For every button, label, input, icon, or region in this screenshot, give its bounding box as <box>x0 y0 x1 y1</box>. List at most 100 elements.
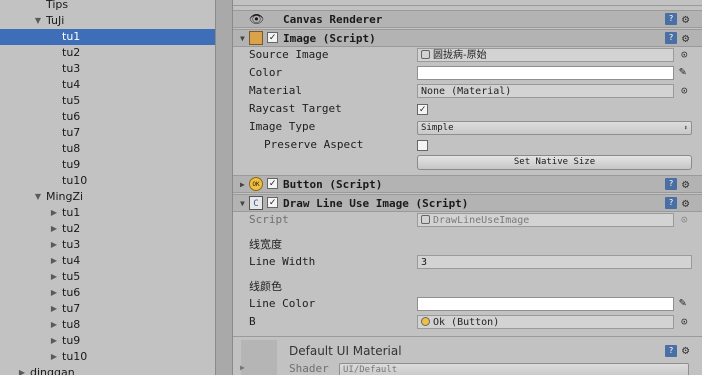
material-title: Default UI Material <box>289 344 402 358</box>
hierarchy-item-label: MingZi <box>46 190 84 203</box>
expand-triangle-icon[interactable]: ▶ <box>49 301 59 317</box>
expand-triangle-icon[interactable]: ▶ <box>49 205 59 221</box>
help-icon[interactable]: ? <box>665 345 677 357</box>
help-icon[interactable]: ? <box>665 178 677 190</box>
expand-triangle-icon[interactable]: ▶ <box>17 365 27 375</box>
gear-icon[interactable]: ⚙ <box>682 176 689 193</box>
collapse-triangle-icon[interactable]: ▼ <box>240 195 245 212</box>
gear-icon[interactable]: ⚙ <box>682 30 689 47</box>
hierarchy-item-label: tu10 <box>62 174 88 187</box>
eyedropper-icon[interactable]: ✎ <box>679 64 686 78</box>
expand-triangle-icon[interactable]: ▶ <box>49 349 59 365</box>
hierarchy-item-label: tu2 <box>62 46 81 59</box>
object-picker-icon[interactable]: ⊙ <box>681 48 688 61</box>
button-ref-icon <box>421 317 430 326</box>
hierarchy-item[interactable]: ▶ tu8 <box>0 317 215 333</box>
hierarchy-item[interactable]: tu1 <box>0 29 215 45</box>
source-image-label: Source Image <box>249 48 329 61</box>
hierarchy-item[interactable]: Tips <box>0 0 215 13</box>
canvas-renderer-title: Canvas Renderer <box>283 13 383 26</box>
image-component-header[interactable]: ▼ ✓ Image (Script) ? ⚙ <box>233 29 702 47</box>
help-icon[interactable]: ? <box>665 197 677 209</box>
collapse-triangle-icon[interactable]: ▼ <box>240 30 245 47</box>
gear-icon[interactable]: ⚙ <box>682 11 689 28</box>
b-field[interactable]: Ok (Button) <box>417 315 674 329</box>
hierarchy-item-label: tu8 <box>62 318 81 331</box>
hierarchy-item[interactable]: ▶ tu7 <box>0 301 215 317</box>
expand-triangle-icon[interactable]: ▶ <box>49 333 59 349</box>
hierarchy-item[interactable]: ▶ tu4 <box>0 253 215 269</box>
set-native-size-button[interactable]: Set Native Size <box>417 155 692 170</box>
hierarchy-item[interactable]: ▶ tu1 <box>0 205 215 221</box>
source-image-field[interactable]: 圆拢病-原始 <box>417 48 674 62</box>
hierarchy-item[interactable]: tu6 <box>0 109 215 125</box>
hierarchy-item[interactable]: tu5 <box>0 93 215 109</box>
hierarchy-item[interactable]: ▶ tu10 <box>0 349 215 365</box>
image-type-dropdown[interactable]: Simple ⬍ <box>417 121 692 135</box>
hierarchy-item[interactable]: ▶ dinggan <box>0 365 215 375</box>
expand-triangle-icon[interactable]: ▶ <box>49 269 59 285</box>
hierarchy-item[interactable]: ▼ TuJi <box>0 13 215 29</box>
expand-triangle-icon[interactable]: ▶ <box>49 285 59 301</box>
image-enabled-checkbox[interactable]: ✓ <box>267 32 278 43</box>
shader-value: UI/Default <box>343 365 398 375</box>
hierarchy-item-label: Tips <box>46 0 69 11</box>
hierarchy-item[interactable]: tu10 <box>0 173 215 189</box>
panel-splitter[interactable] <box>215 0 233 375</box>
material-preview <box>241 340 277 375</box>
hierarchy-item[interactable]: tu3 <box>0 61 215 77</box>
hierarchy-item-label: tu5 <box>62 94 81 107</box>
hierarchy-item[interactable]: tu2 <box>0 45 215 61</box>
gear-icon[interactable]: ⚙ <box>682 195 689 212</box>
line-color-field[interactable] <box>417 297 674 311</box>
eyedropper-icon[interactable]: ✎ <box>679 295 686 309</box>
source-image-value: 圆拢病-原始 <box>433 50 487 61</box>
hierarchy-item-label: tu8 <box>62 142 81 155</box>
hierarchy-item[interactable]: ▶ tu9 <box>0 333 215 349</box>
hierarchy-panel[interactable]: Tips ▼ TuJi tu1 tu2 tu3 tu4 tu5 tu6 tu7 tu8 tu9 tu10… <box>0 0 215 375</box>
help-icon[interactable]: ? <box>665 13 677 25</box>
collapse-triangle-icon[interactable]: ▼ <box>33 13 43 29</box>
object-picker-icon[interactable]: ⊙ <box>681 84 688 97</box>
expand-triangle-icon[interactable]: ▶ <box>240 176 245 193</box>
draw-line-component-header[interactable]: ▼ C ✓ Draw Line Use Image (Script) ? ⚙ <box>233 194 702 212</box>
inspector-panel: 👁 Canvas Renderer ? ⚙ ▼ ✓ Image (Script)… <box>233 0 702 375</box>
help-icon[interactable]: ? <box>665 32 677 44</box>
material-field[interactable]: None (Material) <box>417 84 674 98</box>
hierarchy-item-label: tu1 <box>62 206 81 219</box>
line-width-input[interactable]: 3 <box>417 255 692 269</box>
collapse-triangle-icon[interactable]: ▼ <box>33 189 43 205</box>
hierarchy-item-label: tu5 <box>62 270 81 283</box>
object-picker-icon[interactable]: ⊙ <box>681 315 688 328</box>
hierarchy-item[interactable]: ▶ tu2 <box>0 221 215 237</box>
canvas-renderer-header[interactable]: 👁 Canvas Renderer ? ⚙ <box>233 10 702 28</box>
expand-triangle-icon[interactable]: ▶ <box>49 221 59 237</box>
preserve-aspect-checkbox[interactable] <box>417 140 428 151</box>
button-component-header[interactable]: ▶ OK ✓ Button (Script) ? ⚙ <box>233 175 702 193</box>
hierarchy-item-label: tu7 <box>62 126 81 139</box>
draw-line-title: Draw Line Use Image (Script) <box>283 197 469 210</box>
shader-dropdown[interactable]: UI/Default <box>339 363 689 375</box>
material-separator <box>233 336 702 337</box>
line-width-header: 线宽度 <box>249 238 282 251</box>
hierarchy-item[interactable]: tu7 <box>0 125 215 141</box>
hierarchy-item[interactable]: tu4 <box>0 77 215 93</box>
hierarchy-item[interactable]: tu9 <box>0 157 215 173</box>
draw-line-enabled-checkbox[interactable]: ✓ <box>267 197 278 208</box>
expand-triangle-icon[interactable]: ▶ <box>49 317 59 333</box>
raycast-target-checkbox[interactable]: ✓ <box>417 104 428 115</box>
expand-triangle-icon[interactable]: ▶ <box>240 363 245 372</box>
color-field[interactable] <box>417 66 674 80</box>
expand-triangle-icon[interactable]: ▶ <box>49 253 59 269</box>
expand-triangle-icon[interactable]: ▶ <box>49 237 59 253</box>
hierarchy-item-label: tu9 <box>62 334 81 347</box>
hierarchy-item[interactable]: ▶ tu5 <box>0 269 215 285</box>
hierarchy-item[interactable]: ▶ tu3 <box>0 237 215 253</box>
line-width-value: 3 <box>421 257 428 268</box>
hierarchy-item[interactable]: ▶ tu6 <box>0 285 215 301</box>
hierarchy-item[interactable]: tu8 <box>0 141 215 157</box>
gear-icon[interactable]: ⚙ <box>682 342 689 359</box>
button-enabled-checkbox[interactable]: ✓ <box>267 178 278 189</box>
hierarchy-item[interactable]: ▼ MingZi <box>0 189 215 205</box>
shader-label: Shader <box>289 362 329 375</box>
